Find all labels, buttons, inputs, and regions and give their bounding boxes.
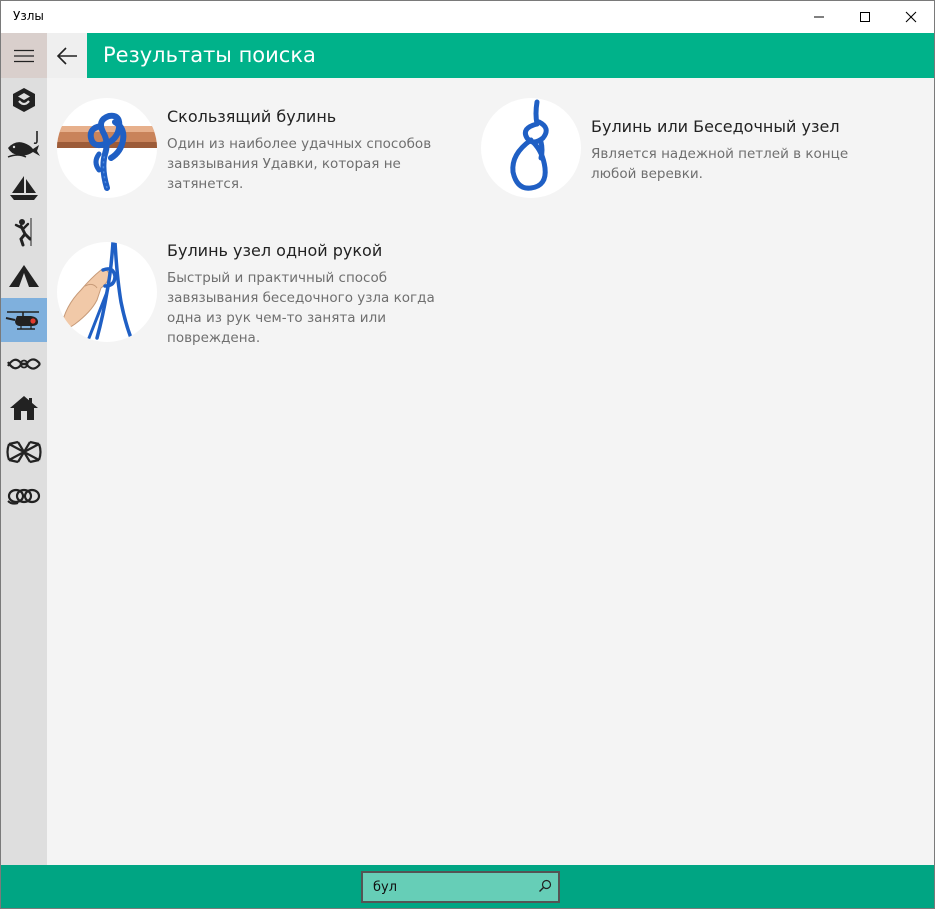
result-title: Булинь узел одной рукой (167, 241, 383, 260)
nav-item-climbing-knots[interactable] (1, 210, 47, 254)
header-bar: Результаты поиска (47, 33, 934, 78)
search-input[interactable] (373, 877, 533, 897)
result-title: Скользящий булинь (167, 107, 337, 126)
result-thumbnail (481, 98, 581, 198)
minimize-button[interactable] (796, 1, 842, 33)
house-icon (10, 396, 38, 420)
app-window: Узлы Результаты поиска Скользящий булинь… (0, 0, 935, 909)
bottom-bar (1, 865, 934, 908)
title-bar: Узлы (1, 1, 934, 33)
rope-coil-icon (7, 488, 41, 505)
back-arrow-icon (56, 46, 77, 65)
result-description: Один из наиболее удачных способов завязы… (167, 136, 432, 192)
result-description: Является надежной петлей в конце любой в… (591, 146, 849, 182)
result-title: Булинь или Беседочный узел (591, 117, 840, 136)
result-item[interactable]: Булинь или Беседочный узел Является наде… (481, 98, 881, 208)
nav-item-rescue-knots[interactable] (1, 298, 47, 342)
result-description: Быстрый и практичный способ завязывания … (167, 270, 435, 346)
window-title: Узлы (13, 9, 44, 23)
helicopter-icon (5, 311, 39, 330)
bowline-image (510, 99, 549, 191)
nav-item-decorative-knots[interactable] (1, 342, 47, 386)
nav-item-camping-knots[interactable] (1, 254, 47, 298)
one-handed-bowline-image (60, 242, 133, 340)
nav-item-celtic-knots[interactable] (1, 430, 47, 474)
page-title: Результаты поиска (103, 43, 316, 67)
close-button[interactable] (888, 1, 934, 33)
result-item[interactable]: Скользящий булинь Один из наиболее удачн… (57, 98, 457, 208)
search-results: Скользящий булинь Один из наиболее удачн… (47, 78, 934, 865)
nav-item-boating-knots[interactable] (1, 166, 47, 210)
fishing-icon (7, 131, 40, 158)
minimize-icon (814, 16, 824, 18)
back-button[interactable] (47, 33, 87, 78)
decorative-knot-icon (7, 358, 41, 370)
hamburger-menu-button[interactable] (1, 33, 47, 78)
cube-icon (13, 88, 35, 112)
celtic-knot-icon (6, 440, 42, 464)
climber-icon (14, 218, 32, 247)
nav-item-rope-care[interactable] (1, 474, 47, 518)
hamburger-icon (14, 49, 34, 62)
tent-icon (9, 265, 39, 287)
result-thumbnail (57, 98, 157, 198)
nav-item-fishing-knots[interactable] (1, 122, 47, 166)
search-box (361, 871, 560, 903)
maximize-button[interactable] (842, 1, 888, 33)
nav-item-household-knots[interactable] (1, 386, 47, 430)
nav-item-basic-knots[interactable] (1, 78, 47, 122)
running-bowline-image (57, 112, 157, 191)
result-item[interactable]: Булинь узел одной рукой Быстрый и практи… (57, 241, 457, 352)
sidebar (1, 33, 47, 865)
result-thumbnail (57, 242, 157, 342)
close-icon (905, 11, 917, 23)
search-icon[interactable] (538, 879, 552, 893)
maximize-icon (860, 12, 870, 22)
sailboat-icon (10, 176, 38, 200)
